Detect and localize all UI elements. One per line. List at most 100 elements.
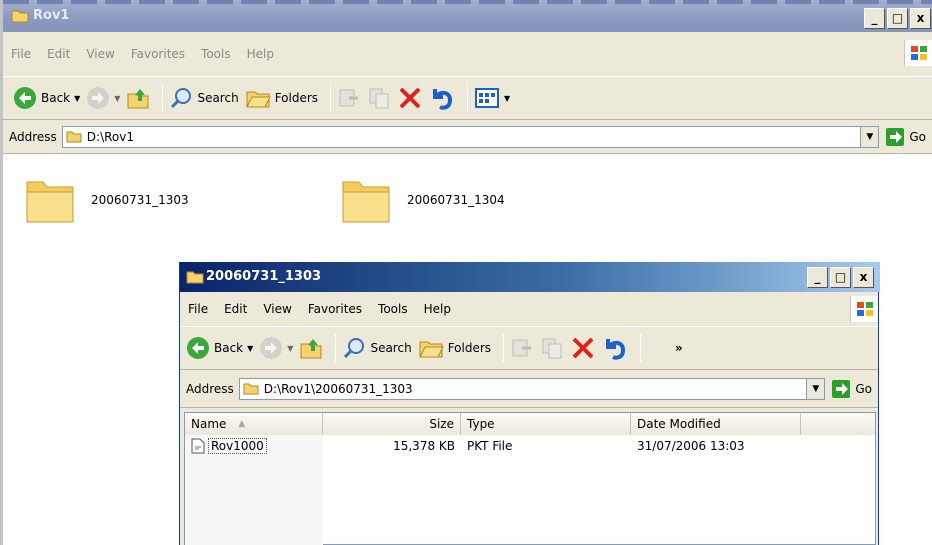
file-size-cell: 15,378 KB bbox=[393, 439, 455, 453]
maximize-button[interactable]: □ bbox=[887, 8, 908, 29]
inner-window: 20060731_1303 _ □ x File Edit View Favor… bbox=[179, 262, 880, 545]
folders-button[interactable]: Folders bbox=[245, 86, 318, 110]
menu-tools[interactable]: Tools bbox=[193, 47, 239, 61]
copy-to-icon bbox=[369, 88, 389, 109]
menu-tools[interactable]: Tools bbox=[370, 302, 416, 316]
folders-button[interactable]: Folders bbox=[418, 336, 491, 360]
folder-icon bbox=[26, 181, 74, 223]
column-header-name[interactable]: Name ▲ bbox=[185, 413, 323, 435]
folder-item[interactable]: 20060731_1304 bbox=[341, 176, 505, 224]
undo-button[interactable] bbox=[429, 85, 455, 111]
chevron-down-icon[interactable]: ▼ bbox=[287, 344, 293, 353]
inner-menu-bar: File Edit View Favorites Tools Help bbox=[180, 292, 878, 326]
search-label: Search bbox=[370, 341, 412, 355]
address-label: Address bbox=[186, 381, 234, 396]
close-button[interactable]: x bbox=[853, 267, 874, 288]
folder-icon bbox=[186, 271, 204, 284]
go-arrow-icon bbox=[886, 127, 905, 146]
search-button[interactable]: Search bbox=[342, 336, 412, 360]
file-name: Rov1000 bbox=[208, 438, 267, 454]
chevron-down-icon[interactable]: ▼ bbox=[74, 94, 80, 103]
menu-favorites[interactable]: Favorites bbox=[123, 47, 193, 61]
toolbar-separator bbox=[335, 334, 337, 362]
menu-help[interactable]: Help bbox=[239, 47, 282, 61]
delete-button[interactable] bbox=[397, 85, 423, 111]
folder-icon bbox=[243, 383, 259, 395]
menu-file[interactable]: File bbox=[180, 302, 216, 316]
copy-to-button[interactable] bbox=[367, 86, 391, 110]
menu-favorites[interactable]: Favorites bbox=[300, 302, 370, 316]
address-dropdown-button[interactable]: ▼ bbox=[860, 126, 879, 147]
search-button[interactable]: Search bbox=[169, 86, 239, 110]
close-button[interactable]: x bbox=[910, 8, 931, 29]
minimize-button[interactable]: _ bbox=[864, 8, 885, 29]
back-button[interactable]: Back ▼ bbox=[186, 336, 253, 360]
file-list[interactable]: Name ▲ Size Type Date Modified Rov1000 1… bbox=[184, 412, 876, 545]
outer-window-title: Rov1 bbox=[33, 8, 70, 23]
folders-icon bbox=[418, 341, 444, 358]
delete-icon bbox=[572, 337, 594, 359]
outer-address-bar: Address D:\Rov1 ▼ Go bbox=[3, 120, 932, 154]
move-to-icon bbox=[512, 339, 532, 357]
up-folder-button[interactable] bbox=[126, 86, 150, 110]
outer-menu-bar: File Edit View Favorites Tools Help bbox=[3, 32, 932, 76]
undo-icon bbox=[606, 339, 626, 360]
column-header-type[interactable]: Type bbox=[461, 413, 631, 435]
table-row[interactable]: Rov1000 15,378 KB PKT File 31/07/2006 13… bbox=[185, 437, 801, 455]
inner-window-controls: _ □ x bbox=[807, 267, 874, 288]
chevron-down-icon[interactable]: ▼ bbox=[504, 94, 510, 103]
outer-title-bar[interactable]: Rov1 _ □ x bbox=[3, 0, 932, 32]
copy-to-button[interactable] bbox=[540, 336, 564, 360]
folder-item[interactable]: 20060731_1303 bbox=[25, 176, 189, 224]
go-button[interactable]: Go bbox=[831, 379, 872, 399]
views-button[interactable]: ▼ bbox=[474, 86, 510, 110]
search-icon bbox=[344, 338, 365, 359]
menu-view[interactable]: View bbox=[78, 47, 122, 61]
move-to-icon bbox=[339, 89, 359, 107]
go-label: Go bbox=[855, 381, 872, 396]
menu-file[interactable]: File bbox=[3, 47, 39, 61]
folders-label: Folders bbox=[274, 91, 319, 105]
go-button[interactable]: Go bbox=[885, 127, 926, 147]
column-header-date-modified[interactable]: Date Modified bbox=[631, 413, 801, 435]
toolbar-separator bbox=[640, 334, 642, 362]
back-label: Back bbox=[41, 91, 71, 105]
file-type-cell: PKT File bbox=[467, 439, 513, 453]
inner-title-bar[interactable]: 20060731_1303 _ □ x bbox=[180, 262, 880, 292]
chevron-down-icon[interactable]: ▼ bbox=[247, 344, 253, 353]
inner-toolbar: Back ▼ ▼ Search Folders » bbox=[180, 326, 878, 370]
delete-button[interactable] bbox=[570, 335, 596, 361]
toolbar-separator bbox=[467, 84, 469, 112]
undo-icon bbox=[433, 89, 453, 110]
address-value: D:\Rov1 bbox=[86, 129, 134, 144]
minimize-button[interactable]: _ bbox=[807, 267, 828, 288]
chevron-down-icon[interactable]: ▼ bbox=[114, 94, 120, 103]
back-label: Back bbox=[214, 341, 244, 355]
menu-view[interactable]: View bbox=[255, 302, 299, 316]
maximize-button[interactable]: □ bbox=[830, 267, 851, 288]
copy-to-icon bbox=[542, 338, 562, 359]
file-name-cell: Rov1000 bbox=[185, 438, 323, 454]
menu-edit[interactable]: Edit bbox=[39, 47, 78, 61]
address-label: Address bbox=[9, 129, 57, 144]
forward-arrow-icon bbox=[260, 337, 283, 359]
address-dropdown-button[interactable]: ▼ bbox=[806, 378, 825, 399]
menu-edit[interactable]: Edit bbox=[216, 302, 255, 316]
undo-button[interactable] bbox=[602, 335, 628, 361]
move-to-button[interactable] bbox=[510, 336, 534, 360]
toolbar-overflow-button[interactable]: » bbox=[675, 341, 683, 355]
address-input[interactable]: D:\Rov1\20060731_1303 ▼ bbox=[238, 377, 826, 400]
forward-button[interactable]: ▼ bbox=[259, 336, 293, 360]
menu-help[interactable]: Help bbox=[416, 302, 459, 316]
folder-name: 20060731_1303 bbox=[91, 193, 189, 207]
windows-logo-icon bbox=[904, 40, 932, 66]
address-input[interactable]: D:\Rov1 ▼ bbox=[61, 125, 880, 148]
forward-button[interactable]: ▼ bbox=[86, 86, 120, 110]
views-icon bbox=[475, 88, 500, 108]
back-arrow-icon bbox=[14, 87, 36, 109]
move-to-button[interactable] bbox=[337, 86, 361, 110]
folder-name: 20060731_1304 bbox=[407, 193, 505, 207]
column-header-size[interactable]: Size bbox=[323, 413, 461, 435]
up-folder-button[interactable] bbox=[299, 336, 323, 360]
back-button[interactable]: Back ▼ bbox=[13, 86, 80, 110]
